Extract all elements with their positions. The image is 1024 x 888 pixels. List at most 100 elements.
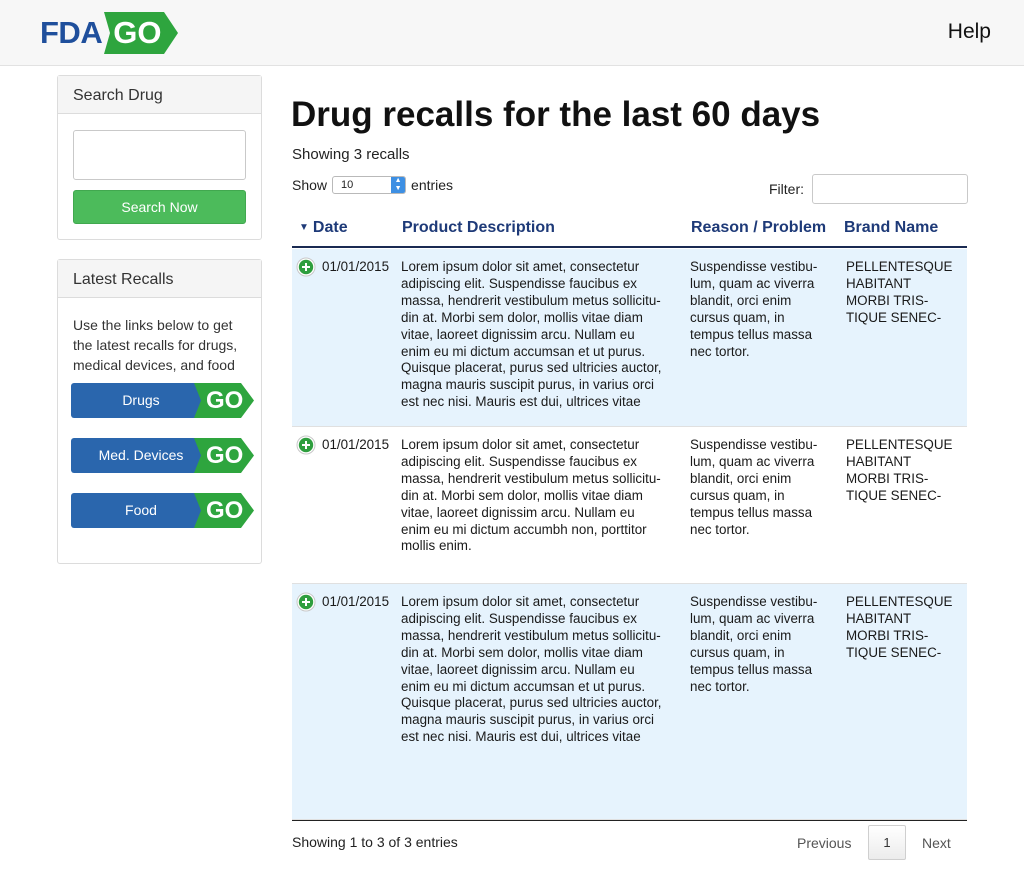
filter-label: Filter: <box>769 181 804 197</box>
row-description-line: enim eu mi dictum accumsan et ut purus. <box>401 678 646 694</box>
latest-recalls-intro: Use the links below to get the latest re… <box>73 317 238 373</box>
row-brand-line: PELLENTESQUE <box>846 259 953 274</box>
search-drug-panel: Search Drug Search Now <box>57 75 262 240</box>
page-title: Drug recalls for the last 60 days <box>291 95 821 134</box>
entries-length-control: Show 10 ▲ ▼ entries <box>292 176 453 194</box>
latest-recalls-title: Latest Recalls <box>58 260 261 298</box>
row-brand: PELLENTESQUE HABITANT MORBI TRIS- TIQUE SEN… <box>846 594 964 662</box>
row-description-line: adipiscing elit. Suspendisse faucibus ex <box>401 453 637 469</box>
row-brand-line: TIQUE SENEC- <box>846 487 942 503</box>
row-description-line: enim eu mi dictum accumbh non, porttitor <box>401 521 647 537</box>
expand-row-icon[interactable] <box>296 257 316 277</box>
table-row: 01/01/2015 Lorem ipsum dolor sit amet, co… <box>292 427 967 584</box>
row-description: Lorem ipsum dolor sit amet, consectetur a… <box>401 259 681 411</box>
table-row: 01/01/2015 Lorem ipsum dolor sit amet, co… <box>292 249 967 427</box>
row-reason-line: tempus tellus massa <box>690 504 813 520</box>
row-reason-line: nec tortor. <box>690 521 750 537</box>
row-reason-line: Suspendisse vestibu- <box>690 259 818 274</box>
recall-count: Showing 3 recalls <box>292 146 410 163</box>
row-reason: Suspendisse vestibu-lum, quam ac viverra… <box>690 437 832 538</box>
table-info: Showing 1 to 3 of 3 entries <box>292 834 458 850</box>
column-header-reason[interactable]: Reason / Problem <box>691 219 826 237</box>
column-header-description[interactable]: Product Description <box>402 219 555 237</box>
row-brand: PELLENTESQUE HABITANT MORBI TRIS- TIQUE SEN… <box>846 259 964 327</box>
row-reason-line: Suspendisse vestibu- <box>690 437 818 452</box>
row-description-line: Lorem ipsum dolor sit amet, consectetur <box>401 437 640 452</box>
row-brand-line: PELLENTESQUE <box>846 594 953 609</box>
column-date-label: Date <box>312 219 348 236</box>
row-description-line: Lorem ipsum dolor sit amet, consectetur <box>401 594 640 609</box>
row-description-line: din at. Morbi sem dolor, mollis vitae di… <box>401 487 643 503</box>
row-brand-line: TIQUE SENEC- <box>846 309 942 325</box>
row-brand-line: MORBI TRIS- <box>846 627 929 643</box>
row-description-line: mollis enim. <box>401 538 472 554</box>
row-description-line: enim eu mi dictum accumsan et ut purus. <box>401 343 646 359</box>
filter-input[interactable] <box>812 174 968 204</box>
go-text: GO <box>206 442 244 469</box>
length-prefix: Show <box>292 177 328 193</box>
logo-go-badge: GO <box>104 12 179 54</box>
row-description-line: Lorem ipsum dolor sit amet, consectetur <box>401 259 640 274</box>
table-footer-rule <box>292 820 967 821</box>
row-brand-line: HABITANT <box>846 453 912 469</box>
med-devices-go-button[interactable]: Med. Devices GO <box>71 438 254 473</box>
help-link[interactable]: Help <box>948 20 991 44</box>
row-description-line: Quisque placerat, purus sed ultricies au… <box>401 360 662 376</box>
row-brand-line: HABITANT <box>846 275 912 291</box>
row-description-line: magna mauris suscipit purus, in varius o… <box>401 712 655 728</box>
row-description-line: Quisque placerat, purus sed ultricies au… <box>401 695 662 711</box>
row-description-line: est nec nisi. Mauris est dui, ultrices v… <box>401 394 641 410</box>
sort-desc-icon: ▼ <box>299 222 309 233</box>
row-reason-line: lum, quam ac viverra <box>690 275 815 291</box>
column-header-brand[interactable]: Brand Name <box>844 219 938 237</box>
row-description: Lorem ipsum dolor sit amet, consectetur a… <box>401 437 681 555</box>
row-reason-line: nec tortor. <box>690 678 750 694</box>
latest-recalls-panel: Latest Recalls Use the links below to ge… <box>57 259 262 564</box>
row-description-line: massa, hendrerit vestibulum metus sollic… <box>401 292 661 308</box>
row-brand: PELLENTESQUE HABITANT MORBI TRIS- TIQUE SEN… <box>846 437 964 505</box>
row-reason-line: tempus tellus massa <box>690 661 813 677</box>
row-description-line: massa, hendrerit vestibulum metus sollic… <box>401 627 661 643</box>
row-reason: Suspendisse vestibu-lum, quam ac viverra… <box>690 594 832 695</box>
search-drug-input[interactable] <box>73 130 246 180</box>
row-reason-line: lum, quam ac viverra <box>690 610 815 626</box>
search-now-button[interactable]: Search Now <box>73 190 246 224</box>
fda-go-logo[interactable]: FDA GO <box>40 12 179 54</box>
food-go-button[interactable]: Food GO <box>71 493 254 528</box>
row-description-line: est nec nisi. Mauris est dui, ultrices v… <box>401 729 641 745</box>
row-brand-line: PELLENTESQUE <box>846 437 953 452</box>
pagination-previous[interactable]: Previous <box>797 835 851 851</box>
pagination-next[interactable]: Next <box>922 835 951 851</box>
row-reason-line: lum, quam ac viverra <box>690 453 815 469</box>
top-bar: FDA GO Help <box>0 0 1024 66</box>
column-header-date[interactable]: ▼ Date <box>299 219 348 237</box>
logo-go-text: GO <box>113 15 162 50</box>
row-reason-line: cursus quam, in <box>690 644 785 660</box>
row-description-line: din at. Morbi sem dolor, mollis vitae di… <box>401 644 643 660</box>
logo-fda-text: FDA <box>40 15 103 50</box>
go-button-label: Med. Devices <box>71 438 211 473</box>
row-reason-line: Suspendisse vestibu- <box>690 594 818 609</box>
row-reason-line: nec tortor. <box>690 343 750 359</box>
drugs-go-button[interactable]: Drugs GO <box>71 383 254 418</box>
entries-per-page-value: 10 <box>341 179 354 191</box>
table-row: 01/01/2015 Lorem ipsum dolor sit amet, co… <box>292 584 967 820</box>
row-reason-line: blandit, orci enim <box>690 470 792 486</box>
row-description-line: massa, hendrerit vestibulum metus sollic… <box>401 470 661 486</box>
pagination-page-1[interactable]: 1 <box>868 825 906 860</box>
entries-per-page-select[interactable]: 10 ▲ ▼ <box>332 176 407 194</box>
expand-row-icon[interactable] <box>296 592 316 612</box>
row-reason-line: tempus tellus massa <box>690 326 813 342</box>
row-date: 01/01/2015 <box>322 437 390 452</box>
row-brand-line: MORBI TRIS- <box>846 292 929 308</box>
row-reason-line: cursus quam, in <box>690 487 785 503</box>
row-brand-line: MORBI TRIS- <box>846 470 929 486</box>
length-suffix: entries <box>411 177 454 193</box>
row-reason-line: cursus quam, in <box>690 309 785 325</box>
go-button-label: Food <box>71 493 211 528</box>
go-text: GO <box>206 497 244 524</box>
row-reason: Suspendisse vestibu-lum, quam ac viverra… <box>690 259 832 360</box>
go-text: GO <box>206 387 244 414</box>
row-date: 01/01/2015 <box>322 594 390 609</box>
expand-row-icon[interactable] <box>296 435 316 455</box>
